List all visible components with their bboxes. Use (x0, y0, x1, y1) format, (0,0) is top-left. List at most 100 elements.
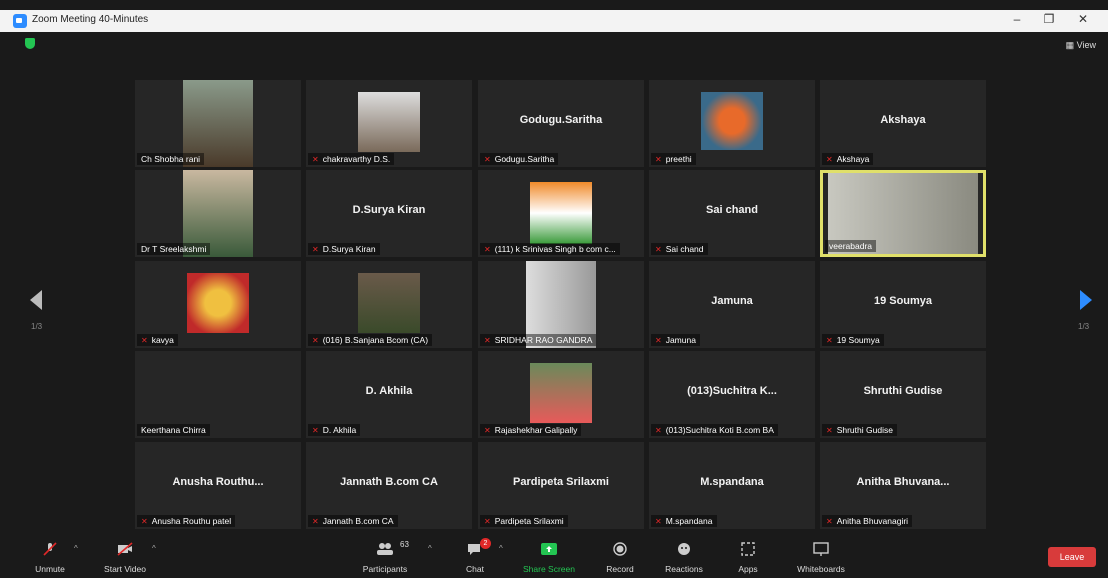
grid-icon: ▦ (1065, 40, 1075, 50)
participant-tile[interactable]: 19 Soumya ✕ 19 Soumya (820, 261, 986, 348)
record-button[interactable]: Record (585, 536, 655, 578)
participant-display-name: D. Akhila (365, 385, 413, 397)
participant-video (530, 363, 592, 423)
participant-name: D.Surya Kiran (322, 244, 376, 254)
chat-chevron-icon[interactable]: ^ (499, 544, 503, 553)
muted-mic-icon: ✕ (655, 245, 662, 254)
participant-name: Anusha Routhu patel (151, 516, 232, 526)
muted-mic-icon: ✕ (312, 426, 319, 435)
participant-tile[interactable]: D. Akhila ✕ D. Akhila (306, 351, 472, 438)
participant-display-name: Shruthi Gudise (863, 385, 943, 397)
participant-name-label: ✕ Pardipeta Srilaxmi (480, 515, 568, 527)
participant-name: preethi (665, 154, 692, 164)
muted-mic-icon: ✕ (655, 155, 662, 164)
participant-tile[interactable]: Sai chand ✕ Sai chand (649, 170, 815, 257)
participant-name: Dr T Sreelakshmi (141, 244, 207, 254)
participant-tile[interactable]: Jamuna ✕ Jamuna (649, 261, 815, 348)
participant-tile[interactable]: Dr T Sreelakshmi (135, 170, 301, 257)
participant-name-label: ✕ Anitha Bhuvanagiri (822, 515, 913, 527)
participant-tile[interactable]: ✕ chakravarthy D.S. (306, 80, 472, 167)
participant-name: Keerthana Chirra (141, 425, 206, 435)
view-button[interactable]: ▦ View (1066, 40, 1096, 51)
participant-tile[interactable]: ✕ Rajashekhar Galipally (478, 351, 644, 438)
participant-tile[interactable]: D.Surya Kiran ✕ D.Surya Kiran (306, 170, 472, 257)
audio-options-chevron-icon[interactable]: ^ (74, 544, 78, 553)
zoom-logo-icon (13, 14, 27, 28)
participant-tile[interactable]: ✕ (016) B.Sanjana Bcom (CA) (306, 261, 472, 348)
participant-display-name: Pardipeta Srilaxmi (513, 476, 609, 488)
share-screen-icon (541, 543, 557, 555)
whiteboards-button[interactable]: Whiteboards (786, 536, 856, 578)
participant-name: M.spandana (665, 516, 713, 526)
participant-name-label: Keerthana Chirra (137, 424, 210, 436)
participant-name: Sai chand (665, 244, 704, 254)
participant-display-name: Anusha Routhu... (172, 476, 264, 488)
participant-tile[interactable]: Godugu.Saritha ✕ Godugu.Saritha (478, 80, 644, 167)
unmute-button[interactable]: Unmute (15, 536, 85, 578)
participant-display-name: 19 Soumya (873, 295, 933, 307)
participant-tile[interactable]: veerabadra (820, 170, 986, 257)
participant-name: veerabadra (829, 241, 873, 251)
participant-tile[interactable]: Ch Shobha rani (135, 80, 301, 167)
participant-video (701, 92, 763, 150)
restore-icon[interactable]: ❐ (1038, 12, 1060, 26)
participant-name: Jannath B.com CA (322, 516, 394, 526)
participant-name: Rajashekhar Galipally (494, 425, 578, 435)
muted-mic-icon: ✕ (655, 426, 662, 435)
participant-name-label: ✕ (016) B.Sanjana Bcom (CA) (308, 334, 433, 346)
leave-button[interactable]: Leave (1048, 547, 1096, 567)
participant-tile[interactable]: Anusha Routhu... ✕ Anusha Routhu patel (135, 442, 301, 529)
page-indicator-left: 1/3 (31, 322, 43, 331)
share-screen-button[interactable]: Share Screen (514, 536, 584, 578)
participant-tile[interactable]: ✕ (111) k Srinivas Singh b com c... (478, 170, 644, 257)
participant-display-name: (013)Suchitra K... (687, 385, 777, 397)
participant-name-label: ✕ D.Surya Kiran (308, 243, 380, 255)
participant-tile[interactable]: Jannath B.com CA ✕ Jannath B.com CA (306, 442, 472, 529)
muted-mic-icon: ✕ (484, 155, 491, 164)
participant-tile[interactable]: (013)Suchitra K... ✕ (013)Suchitra Koti B.… (649, 351, 815, 438)
participant-tile[interactable]: Pardipeta Srilaxmi ✕ Pardipeta Srilaxmi (478, 442, 644, 529)
apps-button[interactable]: Apps (713, 536, 783, 578)
participant-tile[interactable]: M.spandana ✕ M.spandana (649, 442, 815, 529)
muted-mic-icon: ✕ (826, 517, 833, 526)
chat-button[interactable]: 2 Chat (440, 536, 510, 578)
participant-name-label: ✕ SRIDHAR RAO GANDRA (480, 334, 597, 346)
participant-name: Jamuna (665, 335, 696, 345)
participant-tile[interactable]: Shruthi Gudise ✕ Shruthi Gudise (820, 351, 986, 438)
record-label: Record (606, 564, 634, 574)
muted-mic-icon: ✕ (826, 155, 833, 164)
participant-name-label: ✕ Jannath B.com CA (308, 515, 398, 527)
next-page-arrow-icon[interactable] (1080, 290, 1092, 310)
muted-mic-icon: ✕ (655, 517, 662, 526)
muted-mic-icon: ✕ (312, 155, 319, 164)
muted-mic-icon: ✕ (484, 517, 491, 526)
participant-name-label: ✕ M.spandana (651, 515, 717, 527)
close-icon[interactable]: ✕ (1072, 12, 1094, 26)
video-options-chevron-icon[interactable]: ^ (152, 544, 156, 553)
participant-name: chakravarthy D.S. (322, 154, 391, 164)
participant-video (358, 273, 420, 333)
participant-tile[interactable]: ✕ SRIDHAR RAO GANDRA (478, 261, 644, 348)
participant-tile[interactable]: Anitha Bhuvana... ✕ Anitha Bhuvanagiri (820, 442, 986, 529)
reactions-button[interactable]: Reactions (649, 536, 719, 578)
participant-tile[interactable]: ✕ kavya (135, 261, 301, 348)
participant-video (358, 92, 420, 152)
encryption-shield-icon[interactable] (25, 38, 35, 49)
participants-button[interactable]: 63 Participants (350, 536, 420, 578)
participant-tile[interactable]: Akshaya ✕ Akshaya (820, 80, 986, 167)
start-video-button[interactable]: Start Video (90, 536, 160, 578)
minimize-icon[interactable]: – (1006, 12, 1028, 26)
participant-display-name: Godugu.Saritha (519, 114, 603, 126)
participant-display-name: D.Surya Kiran (352, 204, 426, 216)
page-indicator-right: 1/3 (1078, 322, 1090, 331)
participant-tile[interactable]: ✕ preethi (649, 80, 815, 167)
previous-page-arrow-icon[interactable] (30, 290, 42, 310)
muted-mic-icon: ✕ (312, 336, 319, 345)
participants-chevron-icon[interactable]: ^ (428, 544, 432, 553)
participant-name-label: ✕ (013)Suchitra Koti B.com BA (651, 424, 778, 436)
participant-name-label: ✕ (111) k Srinivas Singh b com c... (480, 243, 620, 255)
participant-name: 19 Soumya (836, 335, 880, 345)
participant-tile[interactable]: Keerthana Chirra (135, 351, 301, 438)
participant-video (187, 273, 249, 333)
participant-name-label: ✕ chakravarthy D.S. (308, 153, 395, 165)
